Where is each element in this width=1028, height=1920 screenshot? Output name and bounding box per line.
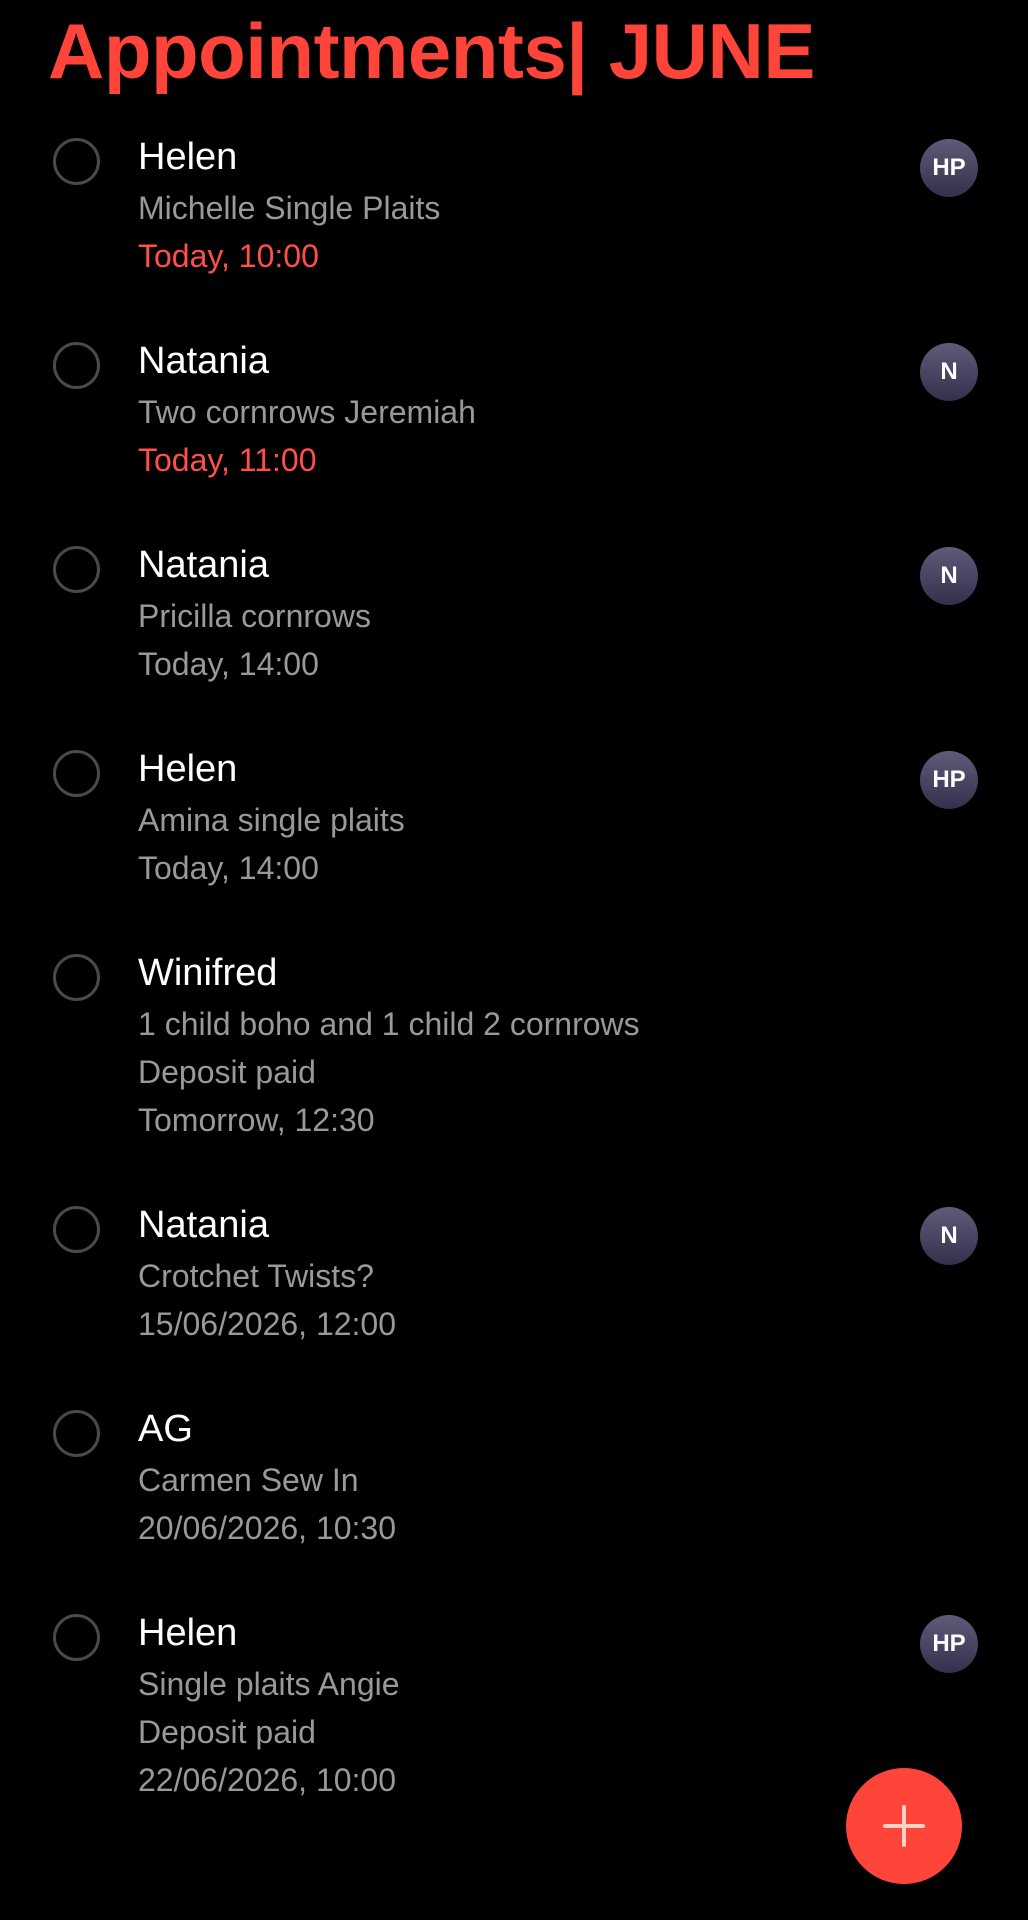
appointment-name: Helen	[138, 748, 238, 790]
complete-checkbox[interactable]	[53, 1614, 100, 1661]
appointment-time: Today, 10:00	[138, 238, 319, 274]
appointment-name: Helen	[138, 136, 238, 178]
appointment-time: Tomorrow, 12:30	[138, 1102, 375, 1138]
appointment-name: Helen	[138, 1612, 238, 1654]
appointment-note: Pricilla cornrows	[138, 598, 371, 634]
appointment-time: 22/06/2026, 10:00	[138, 1762, 397, 1798]
appointment-note: Deposit paid	[138, 1714, 316, 1750]
appointment-note: Crotchet Twists?	[138, 1258, 374, 1294]
complete-checkbox[interactable]	[53, 750, 100, 797]
assignee-avatar[interactable]: N	[920, 1207, 978, 1265]
assignee-avatar[interactable]: N	[920, 343, 978, 401]
appointment-name: Winifred	[138, 952, 278, 994]
assignee-avatar[interactable]: HP	[920, 751, 978, 809]
appointment-note: Two cornrows Jeremiah	[138, 394, 476, 430]
appointment-time: Today, 14:00	[138, 646, 319, 682]
page-title: Appointments| JUNE	[48, 7, 815, 95]
assignee-avatar[interactable]: HP	[920, 1615, 978, 1673]
appointment-time: 20/06/2026, 10:30	[138, 1510, 397, 1546]
assignee-avatar[interactable]: N	[920, 547, 978, 605]
appointment-note: Carmen Sew In	[138, 1462, 359, 1498]
appointment-name: Natania	[138, 544, 269, 586]
complete-checkbox[interactable]	[53, 954, 100, 1001]
appointment-note: Amina single plaits	[138, 802, 405, 838]
complete-checkbox[interactable]	[53, 1410, 100, 1457]
appointment-note: Deposit paid	[138, 1054, 316, 1090]
complete-checkbox[interactable]	[53, 342, 100, 389]
complete-checkbox[interactable]	[53, 546, 100, 593]
complete-checkbox[interactable]	[53, 138, 100, 185]
appointment-time: Today, 11:00	[138, 442, 317, 478]
add-appointment-button[interactable]	[846, 1768, 962, 1884]
complete-checkbox[interactable]	[53, 1206, 100, 1253]
appointment-note: Single plaits Angie	[138, 1666, 400, 1702]
appointment-name: Natania	[138, 1204, 269, 1246]
appointment-time: Today, 14:00	[138, 850, 319, 886]
appointment-note: Michelle Single Plaits	[138, 190, 441, 226]
appointment-time: 15/06/2026, 12:00	[138, 1306, 397, 1342]
appointment-note: 1 child boho and 1 child 2 cornrows	[138, 1006, 640, 1042]
appointment-name: Natania	[138, 340, 269, 382]
assignee-avatar[interactable]: HP	[920, 139, 978, 197]
appointment-name: AG	[138, 1408, 193, 1450]
